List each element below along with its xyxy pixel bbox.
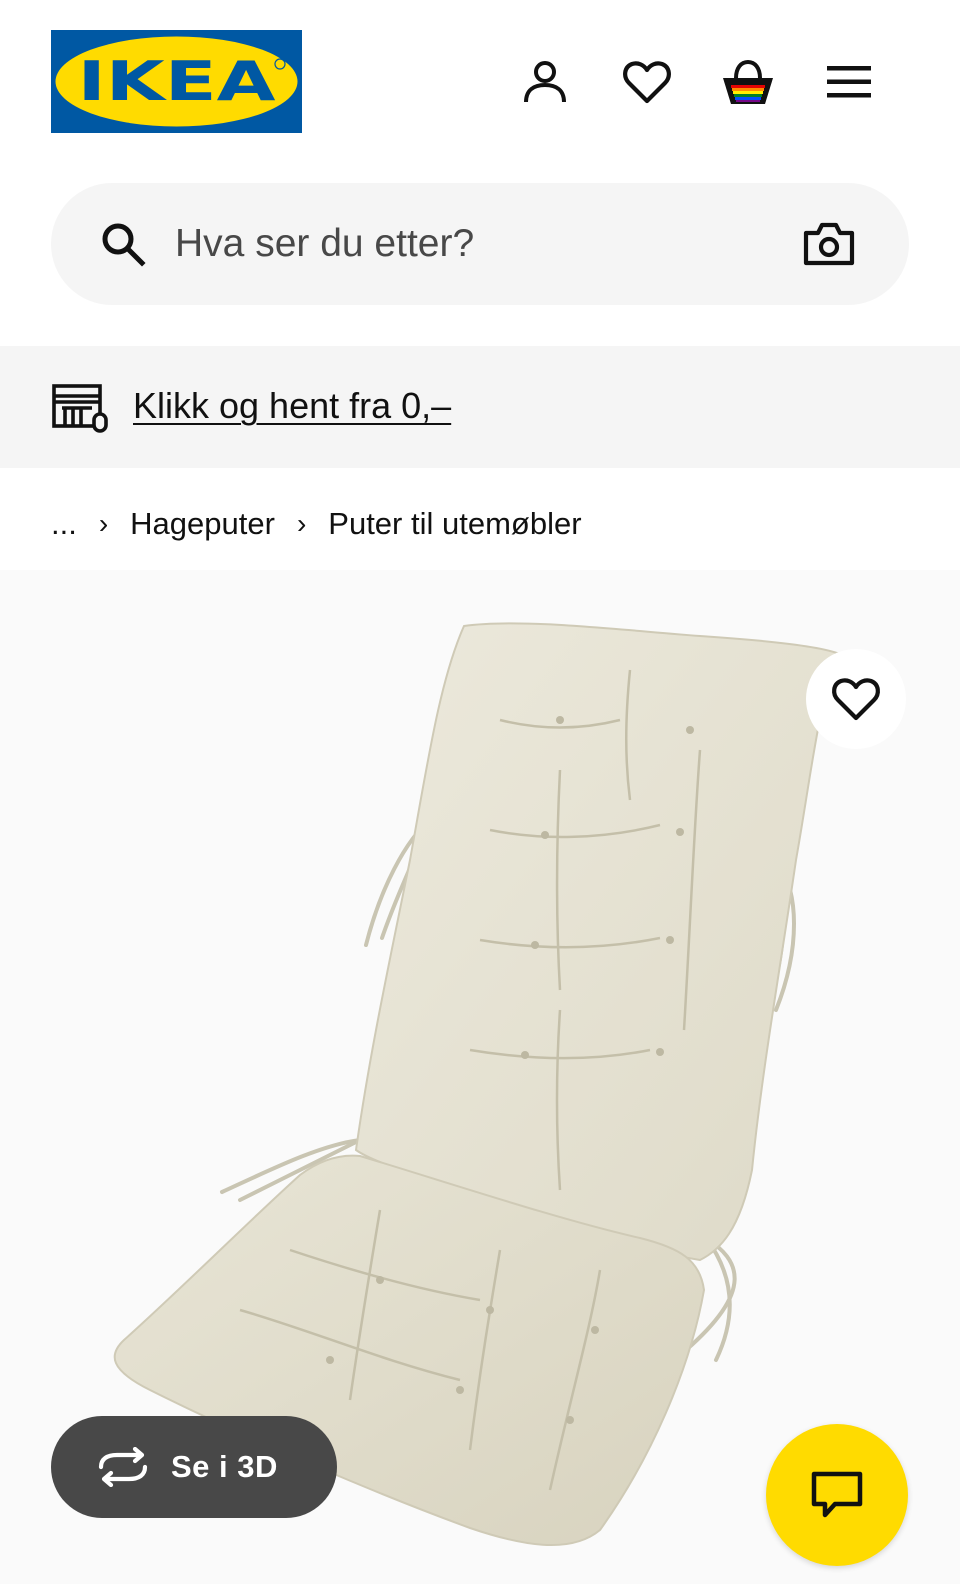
ikea-logo-graphic: IKEA bbox=[51, 30, 302, 133]
search-input[interactable] bbox=[175, 211, 775, 277]
search-icon[interactable] bbox=[99, 220, 147, 268]
breadcrumb-separator: › bbox=[98, 508, 109, 539]
menu-hamburger-icon[interactable] bbox=[821, 54, 877, 110]
rotate-3d-icon bbox=[95, 1446, 151, 1488]
chat-bubble-icon bbox=[811, 1471, 863, 1519]
click-collect-banner[interactable]: Klikk og hent fra 0,– bbox=[0, 346, 960, 468]
shopping-bag-icon[interactable] bbox=[720, 54, 776, 110]
breadcrumb-separator: › bbox=[296, 508, 307, 539]
camera-icon[interactable] bbox=[803, 219, 855, 269]
heart-icon bbox=[831, 676, 881, 722]
store-pickup-icon bbox=[51, 382, 111, 434]
click-collect-link[interactable]: Klikk og hent fra 0,– bbox=[133, 384, 451, 428]
ikea-logo[interactable]: IKEA bbox=[51, 30, 302, 133]
breadcrumb-item-puter[interactable]: Puter til utemøbler bbox=[328, 506, 581, 542]
page: IKEA Hva ser du etter? Klikk og hent fra… bbox=[0, 0, 960, 1584]
favorite-heart-button[interactable] bbox=[806, 649, 906, 749]
breadcrumb-item-hageputer[interactable]: Hageputer bbox=[130, 506, 275, 542]
search-bar[interactable] bbox=[51, 183, 909, 305]
breadcrumb-ellipsis[interactable]: ... bbox=[51, 506, 77, 542]
header: IKEA bbox=[0, 0, 960, 160]
view-3d-button[interactable]: Se i 3D bbox=[51, 1416, 337, 1518]
logo-text: IKEA bbox=[78, 50, 276, 113]
account-icon[interactable] bbox=[517, 54, 573, 110]
view-3d-label: Se i 3D bbox=[171, 1449, 278, 1484]
breadcrumb: ... › Hageputer › Puter til utemøbler bbox=[51, 502, 582, 546]
wishlist-heart-icon[interactable] bbox=[619, 54, 675, 110]
chat-button[interactable] bbox=[766, 1424, 908, 1566]
